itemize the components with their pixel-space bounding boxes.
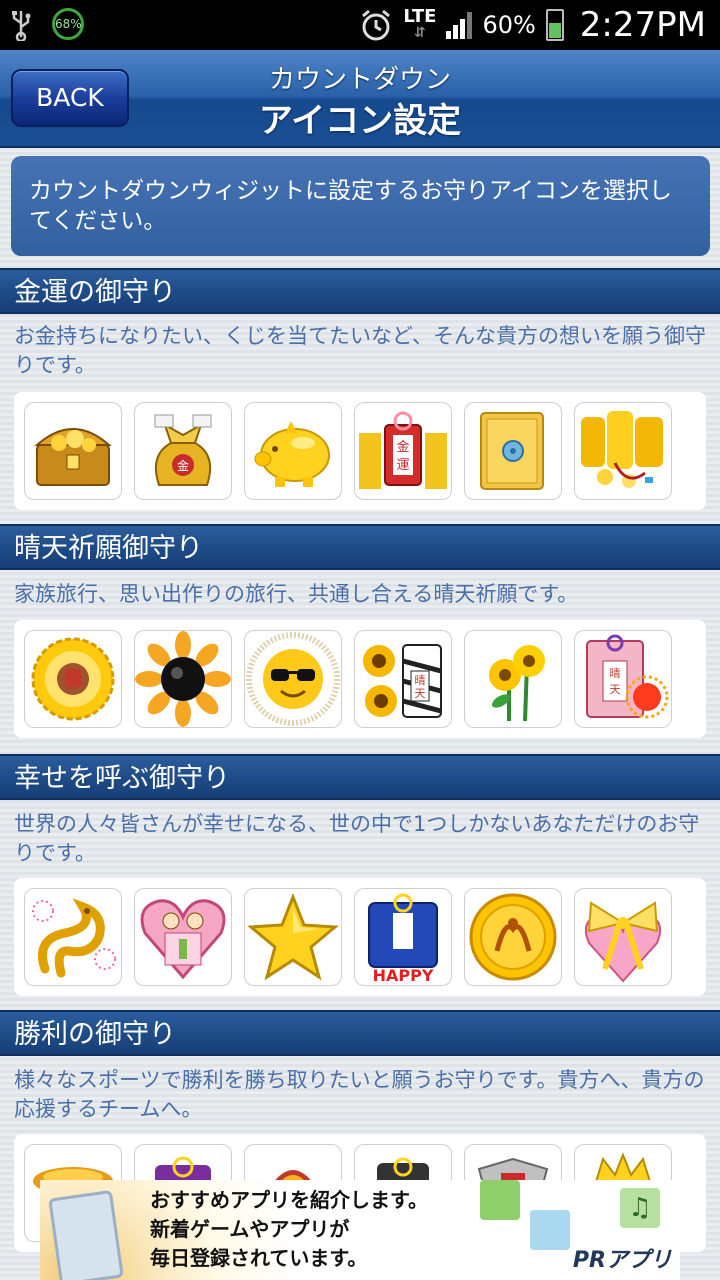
dragon-medal-icon[interactable]	[464, 888, 562, 986]
clock: 2:27PM	[579, 5, 706, 45]
pink-heart-charm-icon[interactable]	[134, 888, 232, 986]
section-header-kinun: 金運の御守り	[0, 268, 720, 314]
happy-charm-icon[interactable]: HAPPY	[354, 888, 452, 986]
usb-icon	[12, 11, 31, 41]
instruction-text: カウントダウンウィジットに設定するお守りアイコンを選択してください。	[29, 178, 672, 234]
svg-text:晴: 晴	[415, 674, 426, 687]
battery-circle-indicator: 68%	[52, 8, 84, 40]
section-description-shouri: 様々なスポーツで勝利を勝ち取りたいと願うお守りです。貴方へ、貴方の応援するチーム…	[14, 1068, 705, 1121]
svg-text:運: 運	[396, 458, 409, 473]
app-cube-icon	[480, 1180, 520, 1220]
treasure-chest-icon[interactable]	[24, 402, 122, 500]
gold-piggy-bank-icon[interactable]	[244, 402, 342, 500]
sun-frame-icon[interactable]	[24, 630, 122, 728]
sunflower-black-icon[interactable]	[134, 630, 232, 728]
gold-coins-icon[interactable]	[574, 402, 672, 500]
section-header-shouri: 勝利の御守り	[0, 1010, 720, 1056]
sunflowers-icon[interactable]	[464, 630, 562, 728]
icon-row-seiten: 晴天 晴天	[14, 620, 706, 738]
svg-text:天: 天	[610, 683, 621, 696]
status-bar: 68% LTE ⇵ 60% 2:27PM	[0, 0, 720, 50]
network-type: LTE ⇵	[403, 6, 437, 42]
ad-brand-logo: PRアプリ	[572, 1248, 672, 1273]
section-header-seiten: 晴天祈願御守り	[0, 524, 720, 570]
battery-charging-icon	[545, 9, 564, 41]
svg-text:金: 金	[177, 458, 189, 473]
gold-star-icon[interactable]	[244, 888, 342, 986]
section-description-kinun: お金持ちになりたい、くじを当てたいなど、そんな貴方の想いを願う御守りです。	[14, 324, 706, 377]
sunflower-charm-icon[interactable]: 晴天	[354, 630, 452, 728]
icon-row-shiawase: HAPPY	[14, 878, 706, 996]
kinun-charm-icon[interactable]: 金運	[354, 402, 452, 500]
heart-ribbon-icon[interactable]	[574, 888, 672, 986]
music-note-icon: ♫	[620, 1188, 660, 1228]
money-bag-icon[interactable]: 金	[134, 402, 232, 500]
page-subtitle: カウントダウン	[268, 65, 451, 95]
page-title: アイコン設定	[258, 101, 462, 141]
gold-safe-icon[interactable]	[464, 402, 562, 500]
app-cube-icon-2	[530, 1210, 570, 1250]
signal-icon	[446, 11, 473, 39]
alarm-icon	[362, 9, 391, 41]
battery-percent: 60%	[482, 11, 536, 39]
title-bar: BACK カウントダウン アイコン設定	[0, 50, 720, 148]
svg-text:天: 天	[415, 687, 426, 700]
phone-illustration-icon	[48, 1189, 124, 1280]
sun-sunglasses-icon[interactable]	[244, 630, 342, 728]
svg-text:HAPPY: HAPPY	[373, 966, 434, 985]
ad-text: おすすめアプリを紹介します。 新着ゲームやアプリが 毎日登録されています。	[150, 1188, 428, 1270]
svg-text:晴: 晴	[610, 667, 621, 680]
icon-row-kinun: 金 金運	[14, 392, 706, 510]
svg-text:金: 金	[396, 439, 409, 455]
section-description-shiawase: 世界の人々皆さんが幸せになる、世の中で1つしかないあなただけのお守りです。	[14, 812, 700, 865]
golden-dragon-icon[interactable]	[24, 888, 122, 986]
ad-banner[interactable]: ♫ おすすめアプリを紹介します。 新着ゲームやアプリが 毎日登録されています。 …	[40, 1180, 680, 1280]
instruction-box: カウントダウンウィジットに設定するお守りアイコンを選択してください。	[11, 156, 710, 256]
section-description-seiten: 家族旅行、思い出作りの旅行、共通し合える晴天祈願です。	[14, 582, 579, 606]
seiten-charm-icon[interactable]: 晴天	[574, 630, 672, 728]
section-header-shiawase: 幸せを呼ぶ御守り	[0, 754, 720, 800]
